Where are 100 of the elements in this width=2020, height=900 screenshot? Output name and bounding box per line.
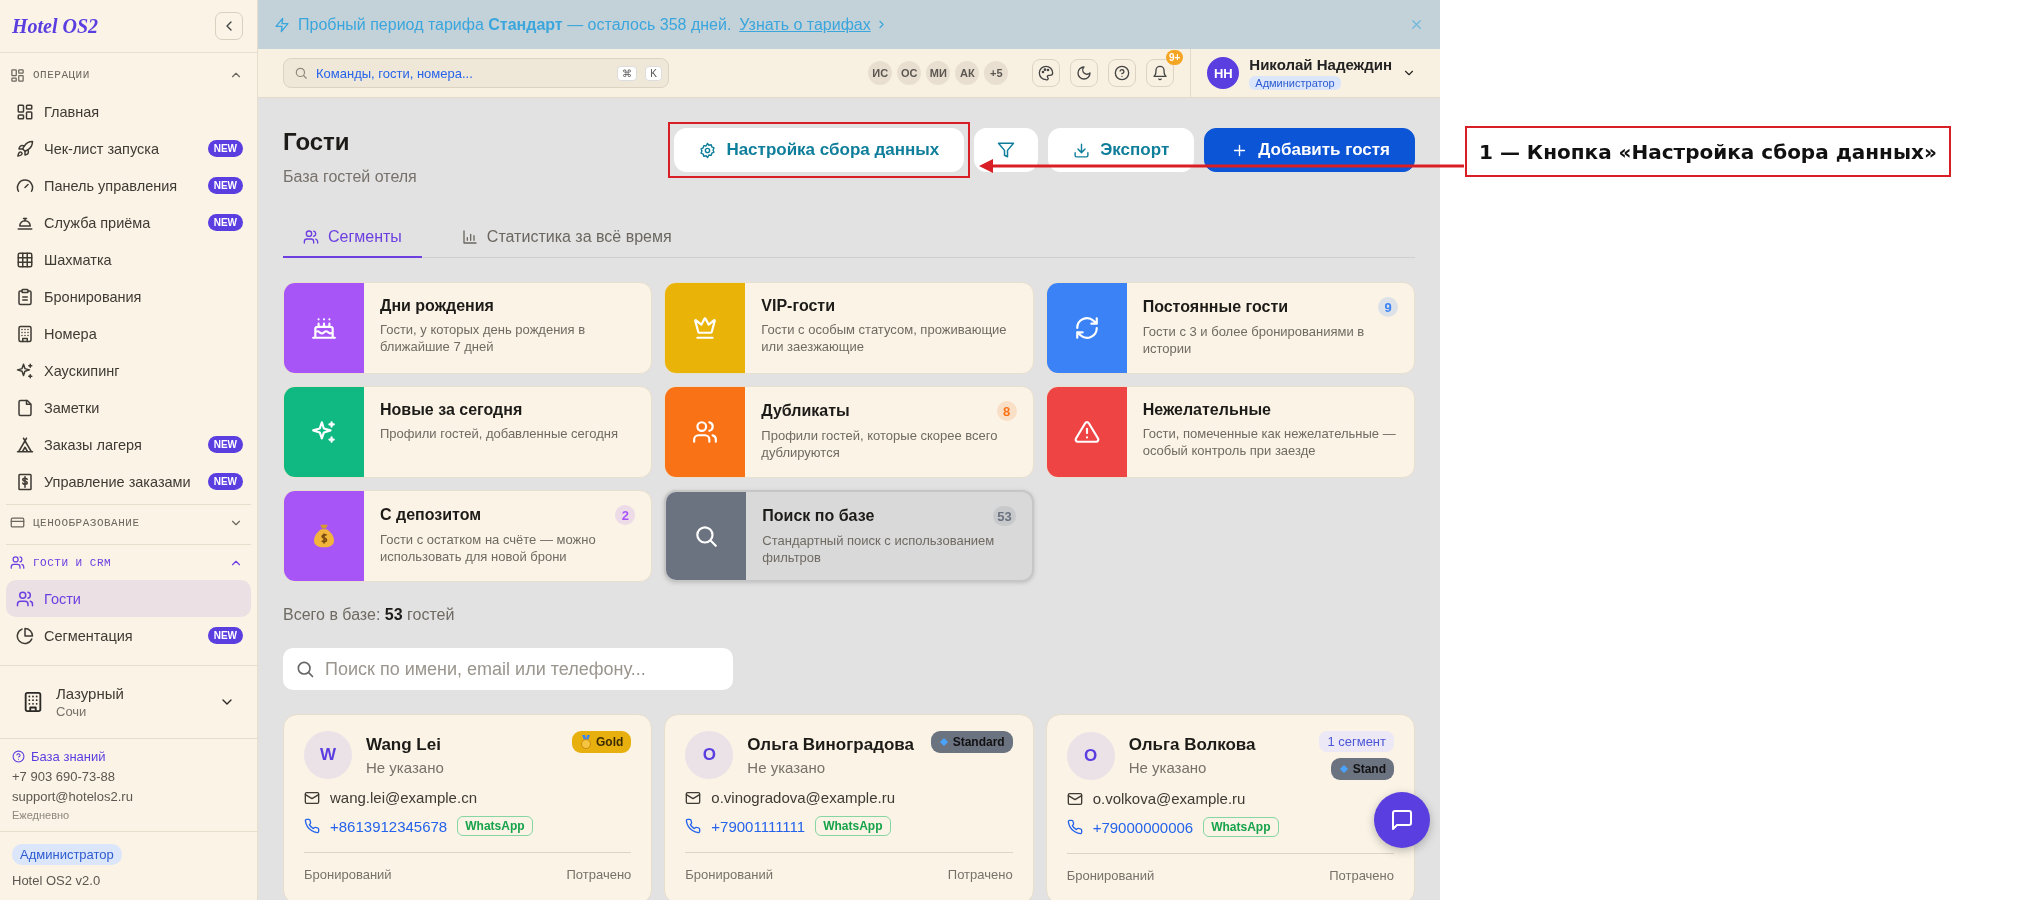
- section-header[interactable]: ОПЕРАЦИИ: [6, 57, 251, 93]
- segment-description: Гости с особым статусом, проживающие или заезжающие: [761, 321, 1008, 355]
- tab[interactable]: Сегменты: [283, 218, 422, 258]
- sidebar-item[interactable]: Чек-лист запуска NEW: [6, 130, 251, 167]
- stat-label: Бронирований: [1066, 868, 1155, 883]
- guest-phone[interactable]: +79001111111: [711, 817, 806, 835]
- guest-name: Wang Lei: [366, 734, 442, 755]
- sidebar-item[interactable]: Заказы лагеря NEW: [6, 426, 251, 463]
- sidebar-item[interactable]: Служба приёма NEW: [6, 204, 251, 241]
- lightning-icon: [274, 16, 290, 33]
- medal-icon: [580, 735, 592, 749]
- tab[interactable]: Статистика за всё время: [441, 218, 692, 258]
- guest-card[interactable]: О Ольга Виноградова Не указано Standard o.vinogradova@example.ru +79001111111 WhatsApp Бронирований Потрачено: [664, 714, 1034, 900]
- rocket-icon: [16, 139, 34, 158]
- team-avatar[interactable]: ОС: [895, 59, 924, 87]
- sidebar-item[interactable]: Сегментация NEW: [6, 617, 251, 654]
- team-avatar[interactable]: +5: [982, 59, 1011, 87]
- sidebar-item[interactable]: Панель управления NEW: [6, 167, 251, 204]
- users-icon: [10, 555, 25, 570]
- segment-card[interactable]: VIP-гости Гости с особым статусом, проживающие или заезжающие: [664, 282, 1034, 374]
- command-search-field[interactable]: Команды, гости, номера... ⌘ K: [283, 58, 669, 88]
- sparkle-icon: [16, 361, 34, 380]
- page-subtitle: База гостей отеля: [283, 168, 417, 186]
- new-badge: NEW: [207, 473, 243, 490]
- data-collection-settings-button[interactable]: Настройка сбора данных: [674, 128, 965, 172]
- guest-email: wang.lei@example.cn: [330, 789, 477, 806]
- close-icon: [1409, 17, 1424, 32]
- segment-count-badge: 1 сегмент: [1319, 731, 1394, 752]
- guest-phone[interactable]: +8613912345678: [330, 817, 448, 835]
- pie-chart-icon: [16, 626, 34, 645]
- segment-title: Новые за сегодня: [380, 401, 523, 419]
- help-button[interactable]: [1108, 59, 1137, 87]
- filter-button[interactable]: [974, 128, 1039, 172]
- cake-icon: [311, 315, 337, 341]
- hotel-selector[interactable]: Лазурный Сочи: [0, 665, 257, 739]
- guest-email: o.vinogradova@example.ru: [711, 789, 895, 806]
- support-email: support@hotelos2.ru: [12, 789, 134, 804]
- users-icon: [16, 589, 34, 608]
- mail-icon: [304, 789, 320, 806]
- users-icon: [303, 229, 319, 245]
- export-button[interactable]: Экспорт: [1048, 128, 1195, 172]
- guest-card[interactable]: W Wang Lei Не указано Gold wang.lei@example.cn +8613912345678 WhatsApp Бронирований Потрачено: [283, 714, 653, 900]
- team-avatar[interactable]: МИ: [924, 59, 953, 87]
- guest-avatar: W: [304, 731, 352, 779]
- guest-avatar: О: [685, 731, 734, 779]
- segment-description: Профили гостей, которые скорее всего дублируются: [761, 427, 999, 461]
- user-avatar: НН: [1207, 57, 1240, 89]
- sidebar-item[interactable]: Гости: [6, 580, 251, 617]
- mail-icon: [1066, 790, 1083, 807]
- download-icon: [1073, 141, 1091, 159]
- guest-status: Не указано: [747, 758, 827, 776]
- segment-card[interactable]: Поиск по базе 53 Стандартный поиск с использованием фильтров: [664, 490, 1034, 582]
- team-avatar[interactable]: АК: [953, 59, 982, 87]
- support-hours: Ежедневно: [12, 809, 71, 821]
- section-header[interactable]: ЦЕНООБРАЗОВАНИЕ: [6, 504, 251, 540]
- sidebar-item[interactable]: Бронирования: [6, 278, 251, 315]
- segment-description: Гости, у которых день рождения в ближайшие 7 дней: [380, 321, 587, 355]
- stat-label: Потрачено: [947, 867, 1013, 882]
- sidebar-item[interactable]: Хаускипинг: [6, 352, 251, 389]
- segment-card[interactable]: Нежелательные Гости, помеченные как нежелательные — особый контроль при заезде: [1045, 386, 1415, 478]
- sidebar-item[interactable]: Шахматка: [6, 241, 251, 278]
- phone-icon: [1066, 819, 1083, 835]
- tier-badge: Stand: [1330, 758, 1394, 780]
- settings-icon: [699, 141, 717, 159]
- receipt-icon: [16, 472, 34, 491]
- dashboard-icon: [10, 67, 25, 83]
- clipboard-icon: [16, 287, 34, 306]
- dark-mode-button[interactable]: [1070, 59, 1099, 87]
- whatsapp-tag: WhatsApp: [457, 816, 533, 836]
- whatsapp-tag: WhatsApp: [815, 816, 891, 836]
- new-badge: NEW: [207, 140, 243, 157]
- segment-description: Стандартный поиск с использованием фильтров: [762, 532, 996, 566]
- segment-card[interactable]: Постоянные гости 9 Гости с 3 и более бронированиями в истории: [1045, 282, 1415, 374]
- guest-status: Не указано: [366, 758, 445, 776]
- knowledge-base-link[interactable]: База знаний: [12, 749, 245, 764]
- sidebar-item[interactable]: Главная: [6, 93, 251, 130]
- add-guest-button[interactable]: Добавить гостя: [1204, 128, 1415, 172]
- segment-card[interactable]: Дни рождения Гости, у которых день рождения в ближайшие 7 дней: [283, 282, 653, 374]
- guest-name: Ольга Виноградова: [747, 734, 915, 755]
- role-badge: Администратор: [12, 844, 122, 865]
- user-name: Николай Надеждин: [1249, 56, 1392, 73]
- card-icon: [10, 515, 25, 530]
- guest-phone[interactable]: +79000000006: [1092, 818, 1194, 836]
- guest-card[interactable]: О Ольга Волкова Не указано 1 сегмент Stand o.volkova@example.ru +79000000006 WhatsApp Бронирований Потрачено: [1045, 714, 1415, 900]
- sidebar-item[interactable]: Управление заказами NEW: [6, 463, 251, 500]
- segment-card[interactable]: Дубликаты 8 Профили гостей, которые скорее всего дублируются: [664, 386, 1034, 478]
- segment-count: 2: [615, 505, 636, 525]
- segment-description: Гости с 3 и более бронированиями в истории: [1142, 323, 1366, 357]
- diamond-icon: [938, 737, 949, 747]
- team-avatar[interactable]: ИС: [866, 59, 895, 87]
- sidebar-item[interactable]: Номера: [6, 315, 251, 352]
- bell-icon: [1152, 65, 1169, 81]
- sidebar-item[interactable]: Заметки: [6, 389, 251, 426]
- segment-card[interactable]: С депозитом 2 Гости с остатком на счёте — можно использовать для новой брони: [283, 490, 653, 582]
- dashboard-icon: [16, 102, 34, 121]
- notifications-button[interactable]: [1146, 59, 1175, 87]
- theme-button[interactable]: [1032, 59, 1061, 87]
- guest-search-field[interactable]: Поиск по имени, email или телефону...: [283, 648, 733, 690]
- segment-count: 53: [993, 506, 1016, 526]
- segment-card[interactable]: Новые за сегодня Профили гостей, добавленные сегодня: [283, 386, 653, 478]
